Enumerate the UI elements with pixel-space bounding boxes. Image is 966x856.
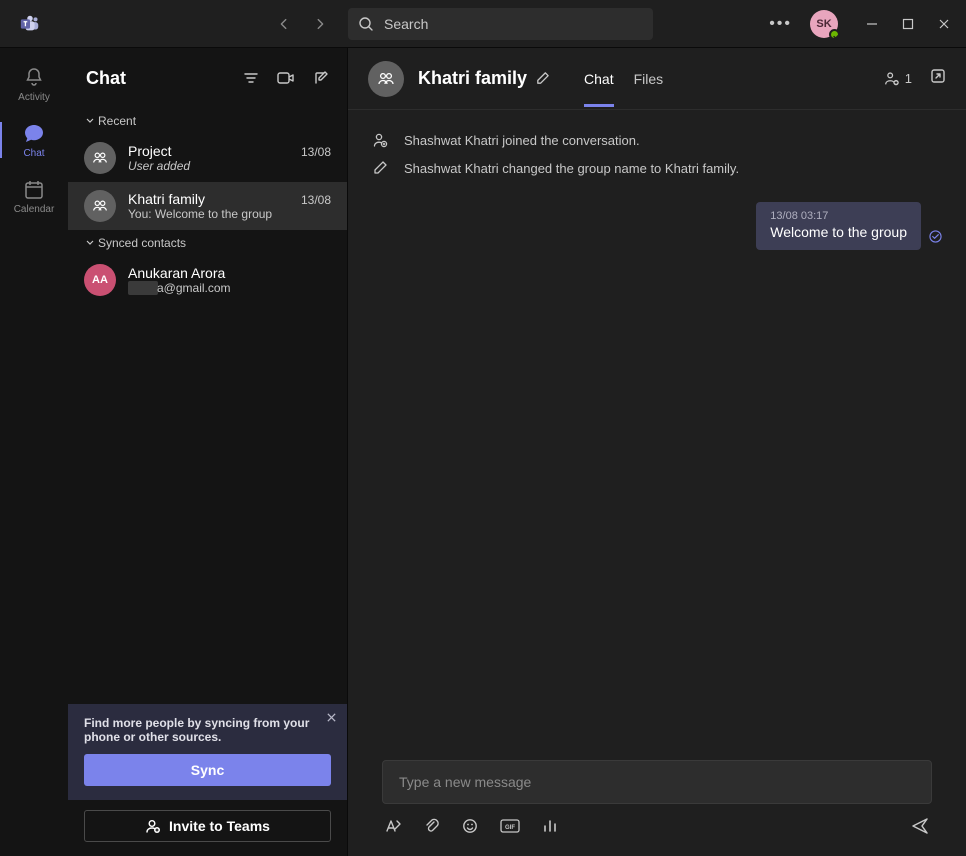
- send-button[interactable]: [910, 816, 930, 836]
- person-join-icon: [372, 132, 388, 148]
- rail-item-calendar[interactable]: Calendar: [0, 168, 68, 224]
- emoji-button[interactable]: [462, 818, 478, 834]
- svg-text:GIF: GIF: [505, 825, 515, 831]
- system-message: Shashwat Khatri changed the group name t…: [372, 154, 942, 182]
- person-add-icon: [145, 818, 161, 834]
- composer-area: Type a new message GIF: [348, 760, 966, 856]
- section-label-text: Synced contacts: [98, 236, 186, 250]
- read-receipt-icon: [929, 230, 942, 248]
- chevron-down-icon: [86, 239, 94, 247]
- attach-button[interactable]: [424, 818, 440, 834]
- avatar-initials: AA: [92, 274, 108, 286]
- people-add-icon: [883, 70, 901, 88]
- participants-button[interactable]: 1: [883, 70, 912, 88]
- chat-preview: You: Welcome to the group: [128, 207, 331, 221]
- contact-name: Anukaran Arora: [128, 265, 331, 281]
- chat-icon: [22, 122, 46, 146]
- section-label-text: Recent: [98, 114, 136, 128]
- message-bubble[interactable]: 13/08 03:17 Welcome to the group: [756, 202, 921, 250]
- maximize-button[interactable]: [902, 18, 914, 30]
- chat-item-project[interactable]: Project 13/08 User added: [68, 134, 347, 182]
- search-icon: [358, 16, 374, 32]
- close-button[interactable]: [938, 18, 950, 30]
- invite-label: Invite to Teams: [169, 818, 270, 834]
- conversation-title: Khatri family: [418, 68, 550, 89]
- conversation-pane: Khatri family Chat Files 1 Shashwat K: [348, 48, 966, 856]
- contact-avatar: AA: [84, 264, 116, 296]
- contact-detail: xxxxxa@gmail.com: [128, 281, 331, 295]
- contact-item-anukaran[interactable]: AA Anukaran Arora xxxxxa@gmail.com: [68, 256, 347, 304]
- avatar-initials: SK: [816, 18, 831, 30]
- new-chat-button[interactable]: [313, 70, 329, 86]
- teams-logo-icon: [16, 10, 44, 38]
- section-recent[interactable]: Recent: [68, 108, 347, 134]
- panel-title: Chat: [86, 68, 126, 89]
- system-message-text: Shashwat Khatri joined the conversation.: [404, 133, 640, 148]
- conversation-header: Khatri family Chat Files 1: [348, 48, 966, 110]
- chat-name: Project: [128, 143, 172, 159]
- bell-icon: [22, 66, 46, 90]
- rail-label: Chat: [23, 148, 44, 159]
- tab-chat[interactable]: Chat: [584, 51, 614, 107]
- message-sent: 13/08 03:17 Welcome to the group: [756, 202, 942, 250]
- minimize-button[interactable]: [866, 18, 878, 30]
- search-placeholder: Search: [384, 16, 428, 32]
- chat-preview: User added: [128, 159, 331, 173]
- system-message: Shashwat Khatri joined the conversation.: [372, 126, 942, 154]
- system-message-text: Shashwat Khatri changed the group name t…: [404, 161, 739, 176]
- popout-button[interactable]: [930, 68, 946, 89]
- group-avatar-icon: [84, 142, 116, 174]
- message-list: Shashwat Khatri joined the conversation.…: [348, 110, 966, 760]
- edit-title-button[interactable]: [535, 71, 550, 86]
- rail-item-activity[interactable]: Activity: [0, 56, 68, 112]
- sync-promo-card: Find more people by syncing from your ph…: [68, 704, 347, 800]
- rail-label: Activity: [18, 92, 50, 103]
- profile-avatar[interactable]: SK: [810, 10, 838, 38]
- meet-now-button[interactable]: [277, 70, 295, 86]
- sync-promo-text: Find more people by syncing from your ph…: [84, 716, 331, 744]
- chevron-down-icon: [86, 117, 94, 125]
- dismiss-sync-promo-button[interactable]: [326, 712, 337, 726]
- chat-item-khatri-family[interactable]: Khatri family 13/08 You: Welcome to the …: [68, 182, 347, 230]
- titlebar: Search ••• SK: [0, 0, 966, 48]
- presence-available-icon: [829, 29, 840, 40]
- pencil-icon: [372, 160, 388, 176]
- gif-button[interactable]: GIF: [500, 819, 520, 833]
- chat-name: Khatri family: [128, 191, 205, 207]
- poll-button[interactable]: [542, 818, 558, 834]
- chat-date: 13/08: [301, 193, 331, 207]
- group-avatar-icon: [84, 190, 116, 222]
- invite-to-teams-button[interactable]: Invite to Teams: [84, 810, 331, 842]
- forward-button[interactable]: [310, 14, 330, 34]
- app-rail: Activity Chat Calendar: [0, 48, 68, 856]
- format-button[interactable]: [384, 818, 402, 834]
- back-button[interactable]: [274, 14, 294, 34]
- calendar-icon: [22, 178, 46, 202]
- section-synced-contacts[interactable]: Synced contacts: [68, 230, 347, 256]
- filter-button[interactable]: [243, 70, 259, 86]
- tab-files[interactable]: Files: [634, 51, 664, 107]
- search-input[interactable]: Search: [348, 8, 653, 40]
- sync-button[interactable]: Sync: [84, 754, 331, 786]
- message-time: 13/08 03:17: [770, 210, 907, 222]
- group-avatar-icon: [368, 61, 404, 97]
- message-input[interactable]: Type a new message: [382, 760, 932, 804]
- composer-placeholder: Type a new message: [399, 774, 531, 790]
- more-options-button[interactable]: •••: [769, 15, 792, 33]
- panel-header: Chat: [68, 48, 347, 108]
- rail-label: Calendar: [14, 204, 55, 215]
- message-text: Welcome to the group: [770, 224, 907, 240]
- chat-date: 13/08: [301, 145, 331, 159]
- chat-list-panel: Chat Recent: [68, 48, 348, 856]
- rail-item-chat[interactable]: Chat: [0, 112, 68, 168]
- participants-count: 1: [905, 71, 912, 86]
